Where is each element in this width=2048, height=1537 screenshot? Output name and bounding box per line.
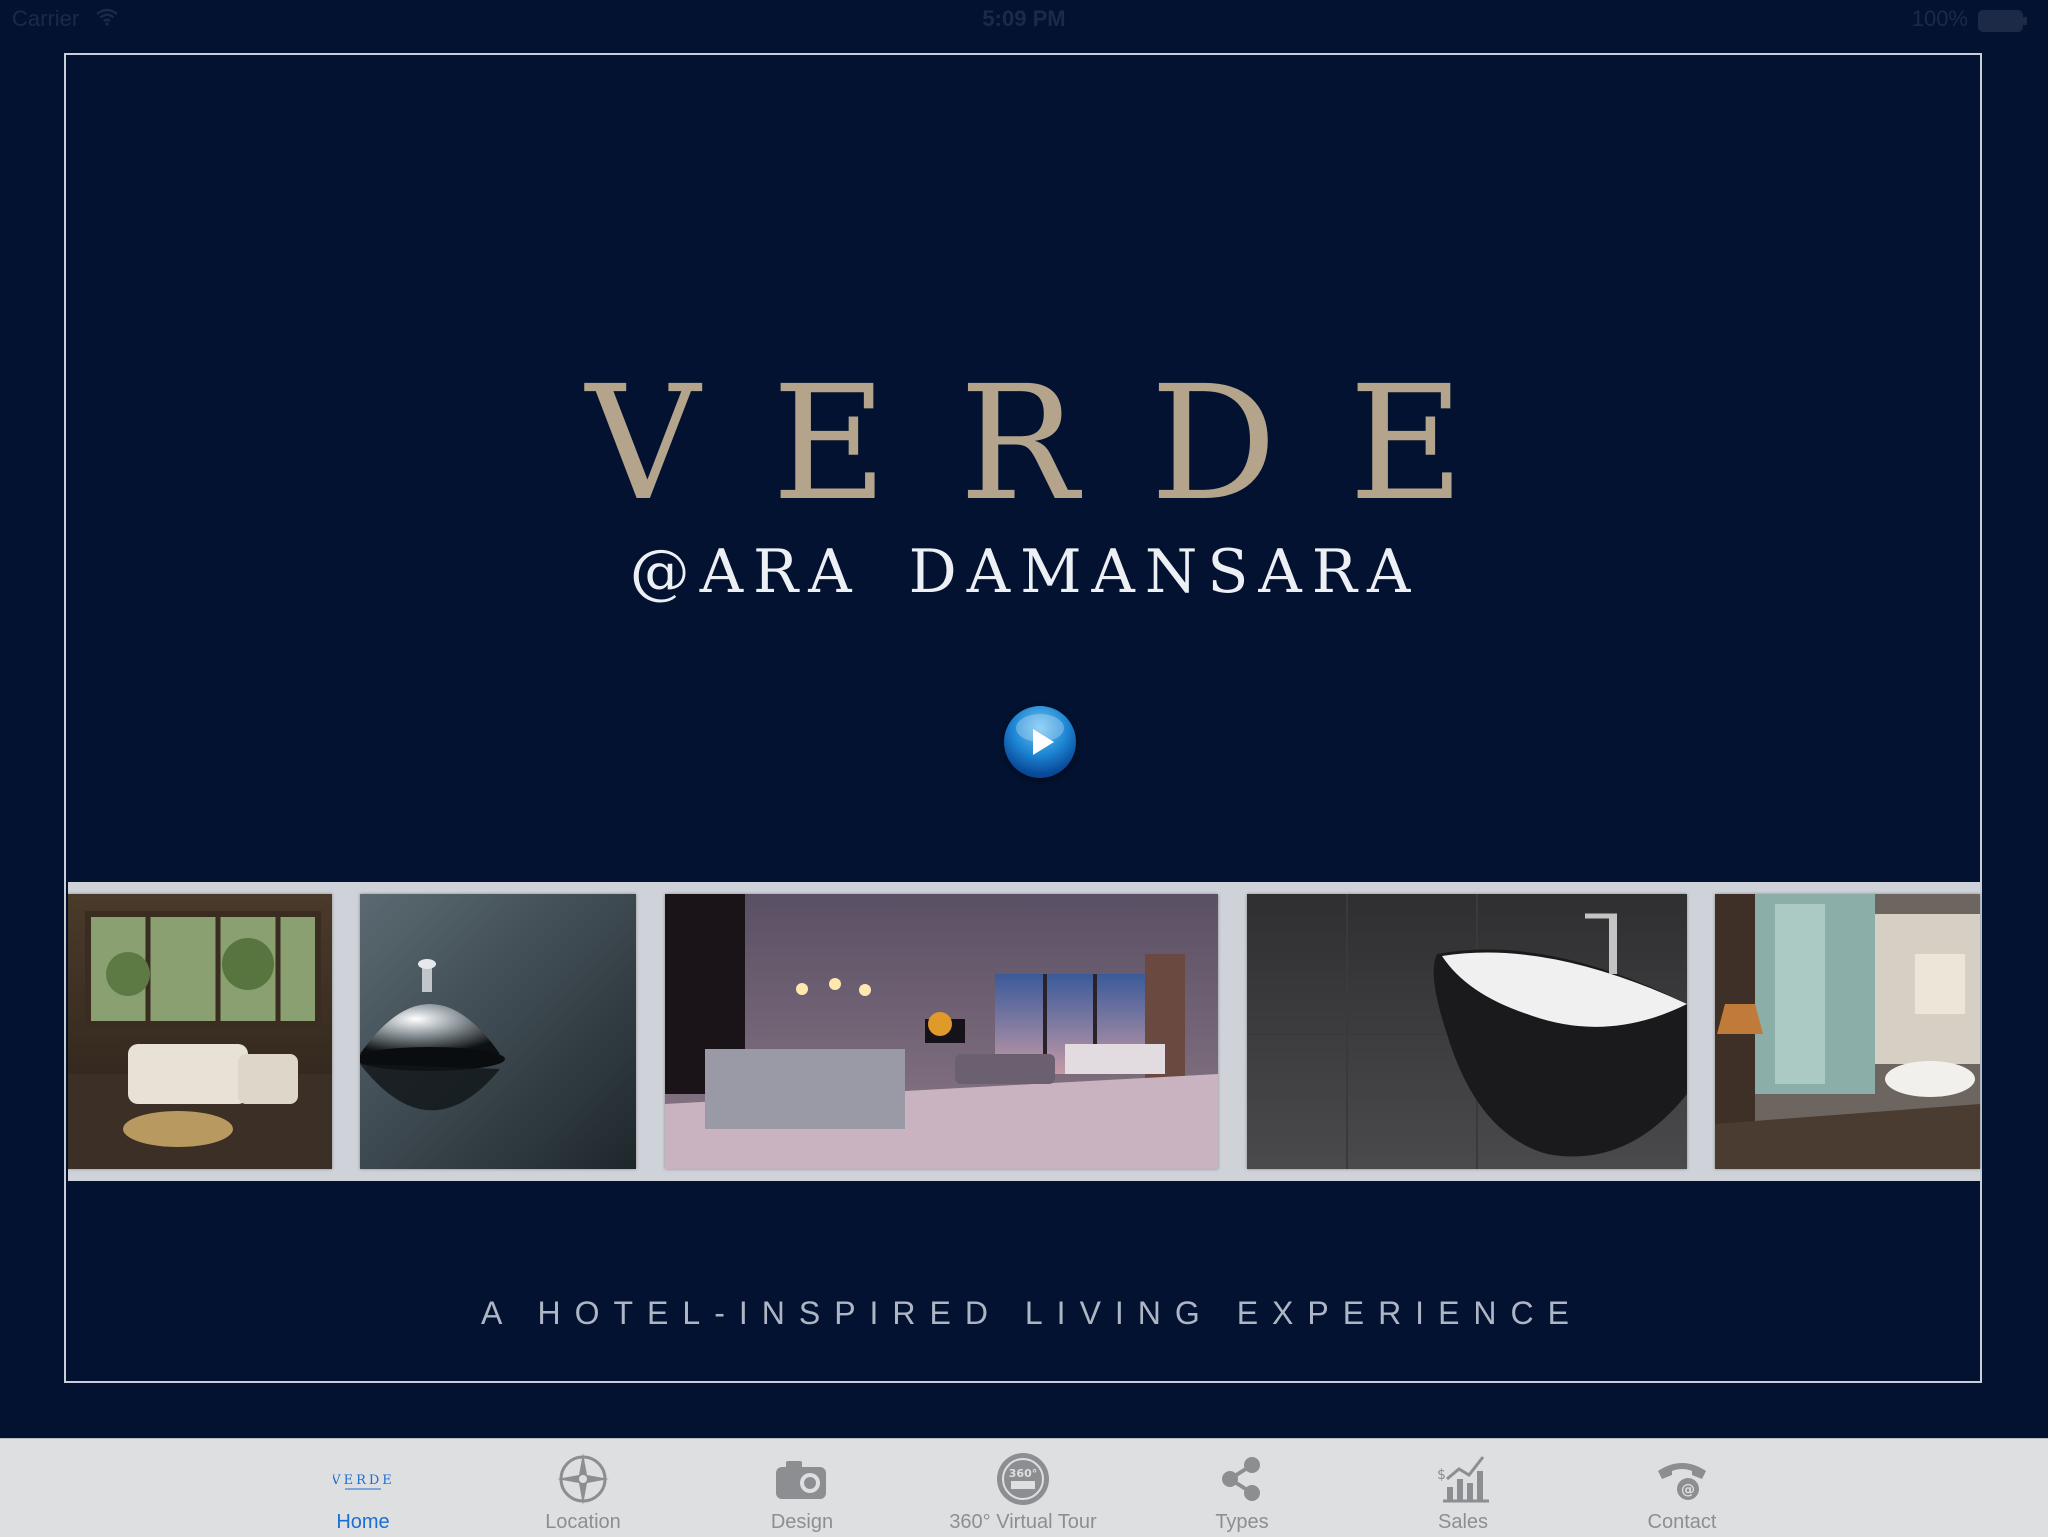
tab-home[interactable]: VERDE Home (273, 1439, 453, 1537)
play-video-button[interactable] (1004, 706, 1076, 778)
tab-design-label: Design (770, 1511, 834, 1533)
svg-text:360°: 360° (1009, 1467, 1037, 1480)
tab-bar: VERDE Home Location Design 360° 360° Vir… (0, 1438, 2048, 1537)
sales-chart-icon: $ (1433, 1449, 1493, 1509)
share-icon (1212, 1449, 1272, 1509)
tab-sales[interactable]: $ Sales (1373, 1439, 1553, 1537)
lounge-photo[interactable] (68, 894, 332, 1169)
hero-frame: VERDE @ARA DAMANSARA A HOTEL-INSPIRED LI… (64, 53, 1982, 1383)
tab-contact[interactable]: @ Contact (1592, 1439, 1772, 1537)
play-icon (1016, 714, 1064, 755)
svg-text:VERDE: VERDE (333, 1473, 393, 1488)
tab-design[interactable]: Design (712, 1439, 892, 1537)
tab-location-label: Location (545, 1511, 621, 1533)
photo-gallery[interactable] (68, 882, 1980, 1181)
tab-virtual-tour-label: 360° Virtual Tour (949, 1511, 1097, 1533)
tab-virtual-tour[interactable]: 360° 360° Virtual Tour (933, 1439, 1113, 1537)
tab-home-label: Home (336, 1511, 390, 1533)
bathroom-photo[interactable] (1715, 894, 1980, 1169)
service-bell-photo[interactable] (360, 894, 636, 1169)
status-time: 5:09 PM (982, 6, 1066, 31)
compass-icon (553, 1449, 613, 1509)
tab-contact-label: Contact (1647, 1511, 1717, 1533)
virtual-tour-icon: 360° (993, 1449, 1053, 1509)
status-bar: Carrier 5:09 PM 100% (0, 0, 2048, 40)
tab-types[interactable]: Types (1152, 1439, 1332, 1537)
svg-text:$: $ (1437, 1467, 1446, 1483)
battery-percentage: 100% (1911, 6, 1968, 31)
contact-icon: @ (1652, 1449, 1712, 1509)
svg-text:@: @ (1681, 1482, 1695, 1498)
camera-icon (772, 1449, 832, 1509)
tab-types-label: Types (1215, 1511, 1269, 1533)
living-room-photo[interactable] (665, 894, 1218, 1169)
tab-location[interactable]: Location (493, 1439, 673, 1537)
verde-logo-icon: VERDE (330, 1449, 393, 1509)
tagline: A HOTEL-INSPIRED LIVING EXPERIENCE (481, 1295, 1583, 1331)
bathtub-photo[interactable] (1247, 894, 1687, 1169)
tab-sales-label: Sales (1437, 1511, 1489, 1533)
brand-title: VERDE (585, 352, 1537, 536)
battery-icon (1978, 10, 2028, 37)
brand-subtitle: @ARA DAMANSARA (629, 537, 1421, 607)
